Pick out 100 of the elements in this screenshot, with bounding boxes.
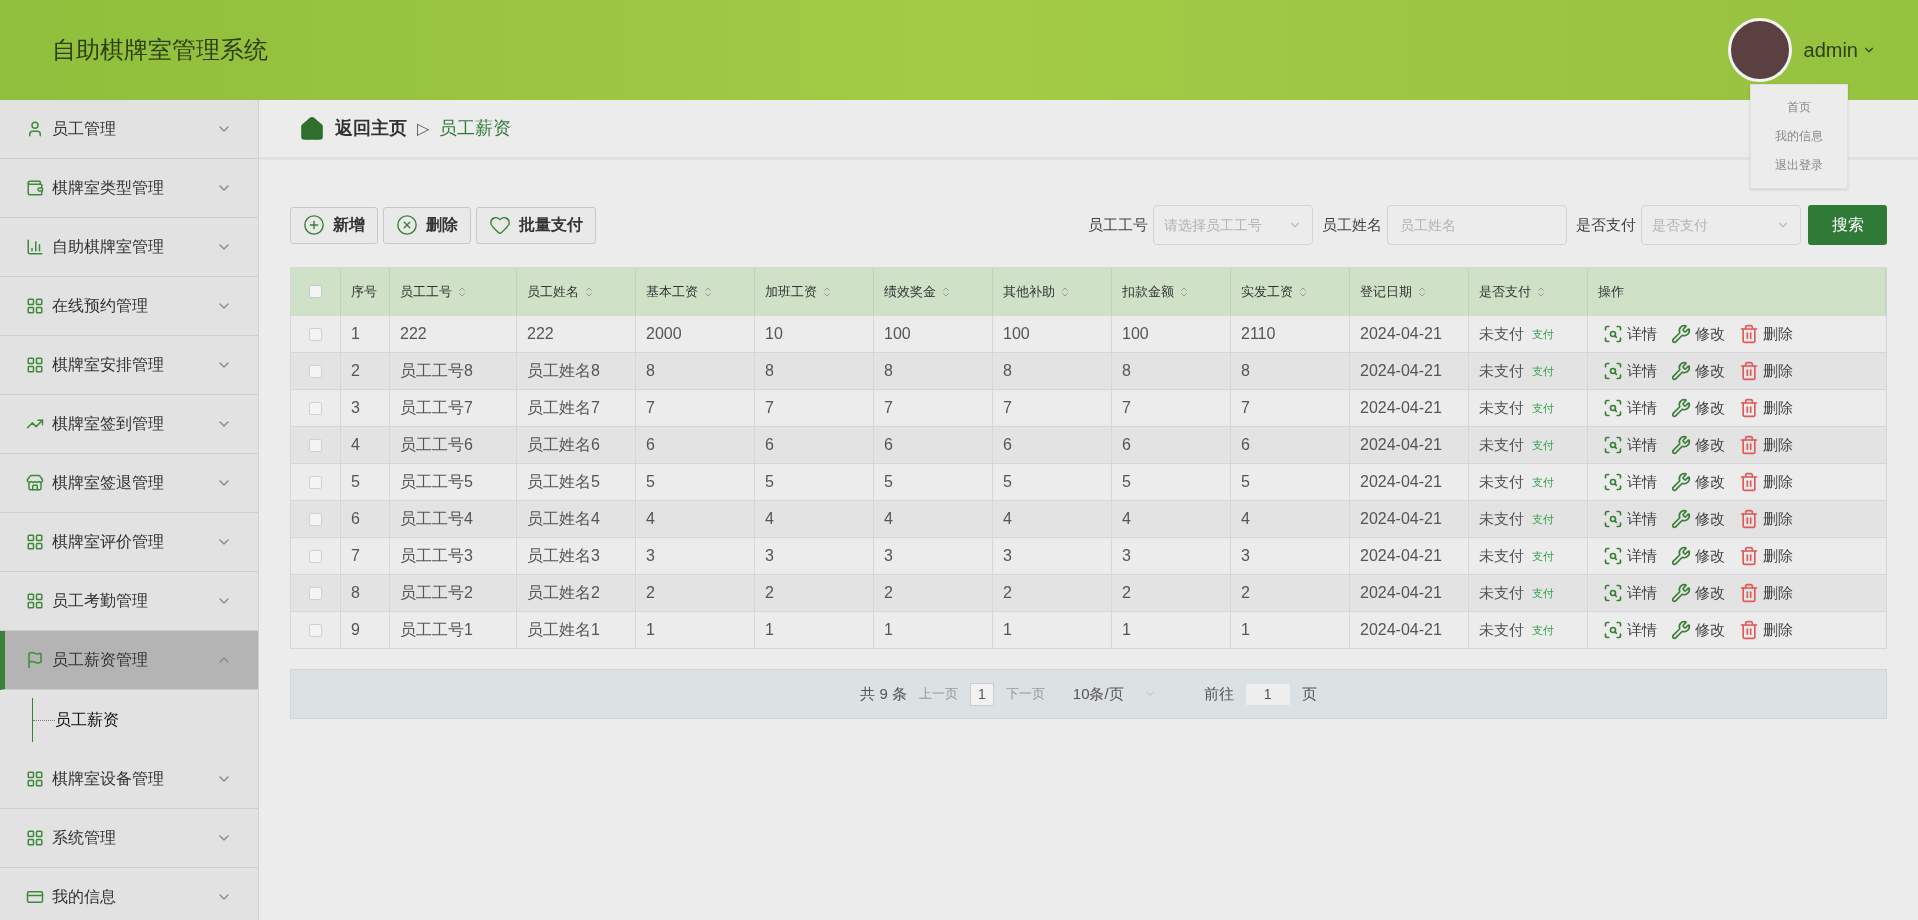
breadcrumb-separator: ▷: [417, 118, 429, 139]
detail-button[interactable]: 详情: [1603, 396, 1657, 420]
trash-icon: [1739, 620, 1759, 640]
table-cell-text: 5: [646, 472, 655, 492]
user-menu-button[interactable]: admin: [1803, 35, 1876, 65]
plus-circle-icon: [303, 214, 325, 236]
edit-button[interactable]: 修改: [1671, 470, 1725, 494]
delete-button[interactable]: 删除: [1739, 396, 1793, 420]
detail-button[interactable]: 详情: [1603, 359, 1657, 383]
table-cell-text: 员工姓名7: [527, 398, 600, 418]
sidebar-item[interactable]: 员工薪资管理: [0, 631, 258, 690]
table-cell-text: 8: [884, 361, 893, 381]
payment-status: 未支付: [1479, 360, 1524, 381]
table-cell-text: 7: [1241, 398, 1250, 418]
table-cell-text: 2024-04-21: [1360, 361, 1442, 381]
detail-button[interactable]: 详情: [1603, 470, 1657, 494]
table-cell-text: 1: [646, 620, 655, 640]
detail-button[interactable]: 详情: [1603, 581, 1657, 605]
sort-icon: [1297, 285, 1309, 298]
edit-button[interactable]: 修改: [1671, 359, 1725, 383]
row-checkbox[interactable]: [309, 475, 322, 489]
sidebar-item[interactable]: 在线预约管理: [0, 277, 258, 336]
detail-button[interactable]: 详情: [1603, 618, 1657, 642]
row-checkbox[interactable]: [309, 327, 322, 341]
select-all-checkbox[interactable]: [309, 285, 322, 298]
delete-button[interactable]: 删除: [1739, 544, 1793, 568]
table-cell-text: 员工姓名6: [527, 435, 600, 455]
page-number[interactable]: 1: [970, 682, 994, 706]
table-cell-text: 3: [1122, 546, 1131, 566]
toolbar-button[interactable]: 删除: [383, 206, 471, 244]
sidebar-item[interactable]: 棋牌室设备管理: [0, 750, 258, 809]
heart-icon: [489, 214, 511, 236]
table-cell-text: 7: [884, 398, 893, 418]
detail-button[interactable]: 详情: [1603, 433, 1657, 457]
delete-button[interactable]: 删除: [1739, 470, 1793, 494]
delete-button[interactable]: 删除: [1739, 433, 1793, 457]
table-cell-text: 4: [1241, 509, 1250, 529]
person-icon: [26, 120, 44, 138]
row-checkbox[interactable]: [309, 364, 322, 378]
edit-button[interactable]: 修改: [1671, 396, 1725, 420]
detail-button[interactable]: 详情: [1603, 322, 1657, 346]
delete-button[interactable]: 删除: [1739, 507, 1793, 531]
row-checkbox[interactable]: [309, 549, 322, 563]
toolbar-button[interactable]: 批量支付: [476, 206, 596, 244]
table-cell-text: 2: [765, 583, 774, 603]
row-checkbox[interactable]: [309, 512, 322, 526]
filter-label: 员工姓名: [1322, 214, 1382, 235]
page-size-select[interactable]: 10条/页: [1072, 682, 1156, 706]
detail-button[interactable]: 详情: [1603, 507, 1657, 531]
sidebar-item[interactable]: 自助棋牌室管理: [0, 218, 258, 277]
sidebar-item[interactable]: 系统管理: [0, 809, 258, 868]
delete-button[interactable]: 删除: [1739, 581, 1793, 605]
table-cell-text: 1: [351, 324, 360, 344]
sidebar-item[interactable]: 棋牌室签退管理: [0, 454, 258, 513]
table-cell-text: 222: [400, 324, 427, 344]
delete-button[interactable]: 删除: [1739, 359, 1793, 383]
edit-button[interactable]: 修改: [1671, 544, 1725, 568]
edit-button[interactable]: 修改: [1671, 507, 1725, 531]
magnifier-icon: [1603, 324, 1623, 344]
home-icon: [299, 115, 325, 142]
row-checkbox[interactable]: [309, 438, 322, 452]
edit-button[interactable]: 修改: [1671, 581, 1725, 605]
sidebar-item[interactable]: 棋牌室安排管理: [0, 336, 258, 395]
delete-button[interactable]: 删除: [1739, 322, 1793, 346]
payment-status: 未支付: [1479, 434, 1524, 455]
payment-status: 未支付: [1479, 619, 1524, 640]
detail-button[interactable]: 详情: [1603, 544, 1657, 568]
table-cell-text: 7: [1122, 398, 1131, 418]
table-cell-text: 员工工号3: [400, 546, 473, 566]
sidebar-item[interactable]: 我的信息: [0, 868, 258, 920]
breadcrumb-home-link[interactable]: 返回主页: [335, 115, 407, 142]
table-cell-text: 7: [351, 546, 360, 566]
row-checkbox[interactable]: [309, 401, 322, 415]
sidebar-item[interactable]: 棋牌室签到管理: [0, 395, 258, 454]
wallet-icon: [26, 179, 44, 197]
table-cell-text: 员工姓名1: [527, 620, 600, 640]
grid-icon: [26, 829, 44, 847]
goto-page-field[interactable]: 1: [1245, 683, 1290, 705]
edit-button[interactable]: 修改: [1671, 618, 1725, 642]
sidebar-item[interactable]: 员工管理: [0, 100, 258, 159]
table-cell-text: 员工姓名5: [527, 472, 600, 492]
row-checkbox[interactable]: [309, 623, 322, 637]
edit-button[interactable]: 修改: [1671, 433, 1725, 457]
row-checkbox[interactable]: [309, 586, 322, 600]
wrench-icon: [1671, 583, 1691, 603]
table-cell-text: 3: [1003, 546, 1012, 566]
delete-button[interactable]: 删除: [1739, 618, 1793, 642]
table-cell-text: 8: [351, 583, 360, 603]
sort-icon: [702, 285, 714, 298]
edit-button[interactable]: 修改: [1671, 322, 1725, 346]
sort-icon: [1535, 285, 1547, 298]
sidebar-item[interactable]: 棋牌室评价管理: [0, 513, 258, 572]
sidebar-subitem[interactable]: 员工薪资: [55, 708, 119, 732]
table-cell-text: 2: [1241, 583, 1250, 603]
search-button[interactable]: 搜索: [1808, 205, 1887, 245]
breadcrumb-current: 员工薪资: [439, 117, 511, 140]
sidebar-item[interactable]: 棋牌室类型管理: [0, 159, 258, 218]
sort-icon: [940, 285, 952, 298]
toolbar-button[interactable]: 新增: [290, 206, 378, 244]
table-cell-text: 8: [1122, 361, 1131, 381]
